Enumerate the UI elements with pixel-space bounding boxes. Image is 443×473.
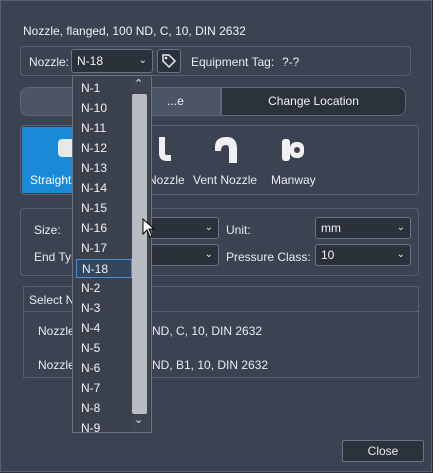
dropdown-item[interactable]: N-5 xyxy=(76,339,132,358)
type-label: Nozzle xyxy=(148,173,185,187)
dropdown-item[interactable]: N-7 xyxy=(76,379,132,398)
dropdown-item[interactable]: N-17 xyxy=(76,239,132,258)
type-manway[interactable]: Manway xyxy=(263,127,325,193)
dropdown-item[interactable]: N-12 xyxy=(76,139,132,158)
tag-icon[interactable] xyxy=(157,49,181,73)
dropdown-item[interactable]: N-18 xyxy=(76,259,132,278)
dropdown-item[interactable]: N-3 xyxy=(76,299,132,318)
dropdown-item[interactable]: N-1 xyxy=(76,79,132,98)
scroll-down-icon[interactable]: ⌄ xyxy=(134,413,143,426)
dropdown-item[interactable]: N-8 xyxy=(76,399,132,418)
close-button[interactable]: Close xyxy=(342,440,424,462)
type-vent-nozzle[interactable]: Vent Nozzle xyxy=(191,127,261,193)
chevron-down-icon: ⌄ xyxy=(204,249,213,260)
size-label: Size: xyxy=(34,223,61,237)
equipment-tag-value: ?-? xyxy=(282,55,300,69)
pressure-class-value: 10 xyxy=(321,248,335,262)
select-nozzle-label: Select N xyxy=(29,293,75,307)
end-type-select[interactable]: ⌄ xyxy=(149,244,219,266)
nozzle-label: Nozzle: xyxy=(29,55,70,69)
chevron-down-icon: ⌄ xyxy=(204,222,213,233)
unit-label: Unit: xyxy=(226,223,251,237)
dropdown-item[interactable]: N-13 xyxy=(76,159,132,178)
dropdown-item[interactable]: N-15 xyxy=(76,199,132,218)
nozzle-select[interactable]: N-18 ⌄ xyxy=(71,49,153,73)
pressure-class-label: Pressure Class: xyxy=(226,250,311,264)
pressure-class-select[interactable]: 10 ⌄ xyxy=(315,244,411,266)
unit-value: mm xyxy=(321,221,341,235)
type-label: Straight xyxy=(30,173,72,187)
dropdown-item[interactable]: N-11 xyxy=(76,119,132,138)
scroll-up-icon[interactable]: ⌃ xyxy=(134,77,143,90)
type-label: Vent Nozzle xyxy=(193,173,258,187)
tab-change-location[interactable]: Change Location xyxy=(221,87,406,116)
dropdown-item[interactable]: N-14 xyxy=(76,179,132,198)
vent-nozzle-icon xyxy=(215,137,237,163)
dropdown-item[interactable]: N-10 xyxy=(76,99,132,118)
type-label: Manway xyxy=(271,173,316,187)
nozzle-dialog: Nozzle, flanged, 100 ND, C, 10, DIN 2632… xyxy=(0,0,432,472)
chevron-down-icon: ⌄ xyxy=(396,222,405,233)
dropdown-item[interactable]: N-2 xyxy=(76,279,132,298)
dropdown-item[interactable]: N-16 xyxy=(76,219,132,238)
dropdown-item[interactable]: N-4 xyxy=(76,319,132,338)
unit-select[interactable]: mm ⌄ xyxy=(315,217,411,239)
nozzle-select-value: N-18 xyxy=(77,54,104,68)
dropdown-item[interactable]: N-6 xyxy=(76,359,132,378)
scrollbar-thumb[interactable] xyxy=(132,94,147,414)
equipment-tag-label: Equipment Tag: xyxy=(191,55,275,69)
size-select[interactable]: ⌄ xyxy=(149,217,219,239)
mouse-cursor-icon xyxy=(142,218,156,238)
dialog-title: Nozzle, flanged, 100 ND, C, 10, DIN 2632 xyxy=(23,24,246,38)
chevron-down-icon: ⌄ xyxy=(396,249,405,260)
manway-icon xyxy=(282,139,304,161)
chevron-down-icon: ⌄ xyxy=(138,55,147,66)
dropdown-item[interactable]: N-9 xyxy=(76,419,132,438)
nozzle-icon xyxy=(159,137,171,161)
